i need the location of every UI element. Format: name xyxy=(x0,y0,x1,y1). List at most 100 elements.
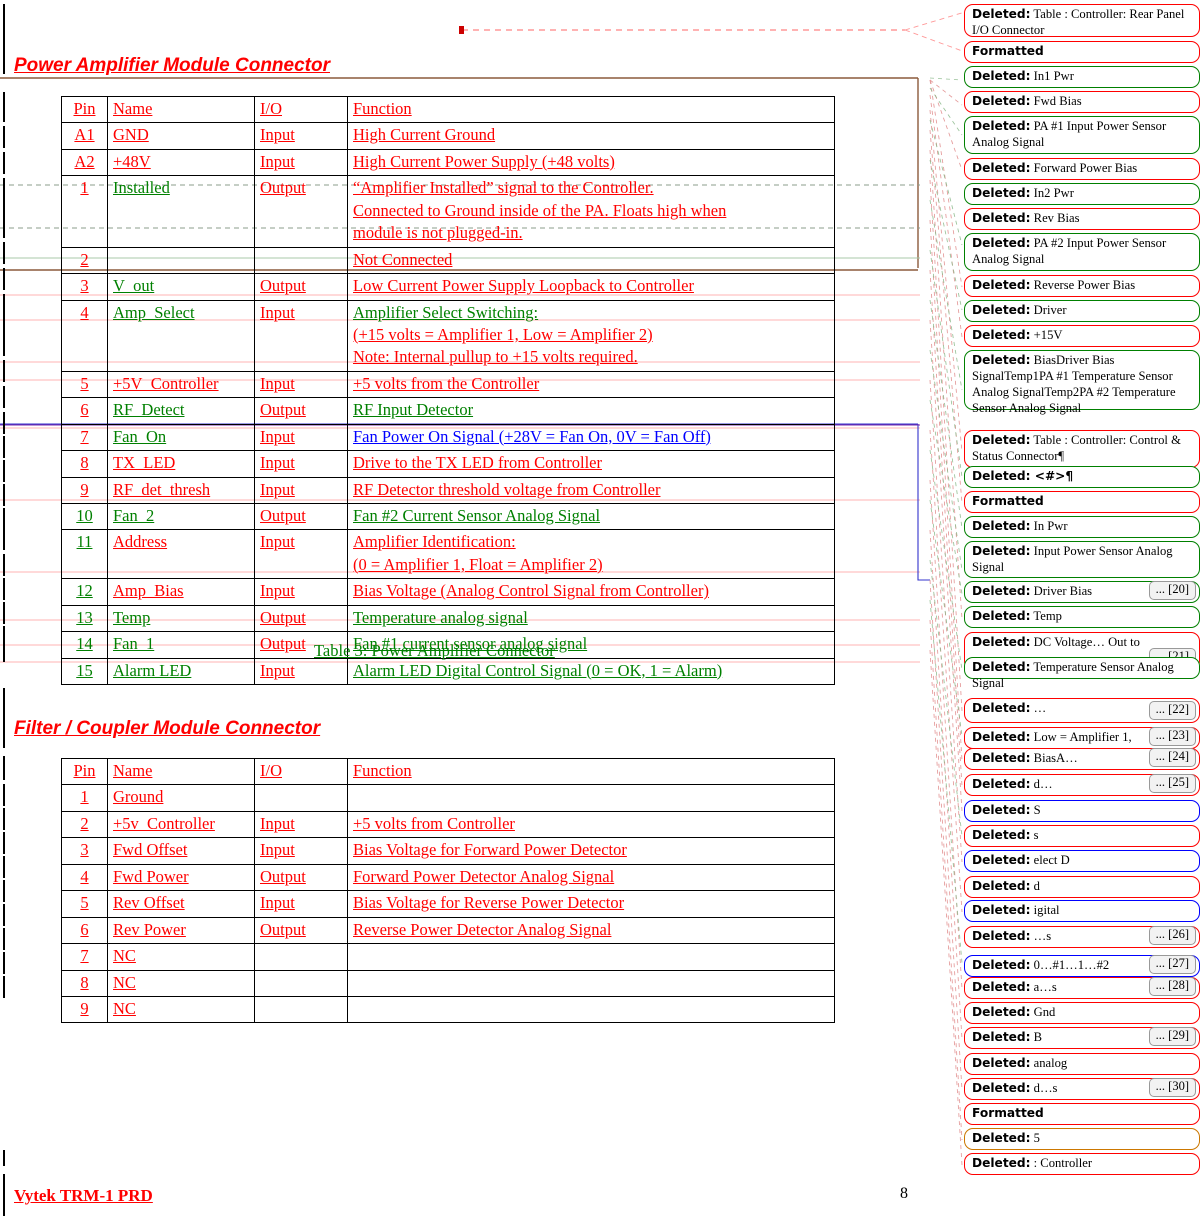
margin-comment-balloon[interactable]: Deleted: igital xyxy=(964,900,1200,922)
margin-comment-balloon[interactable]: Deleted: analog xyxy=(964,1053,1200,1075)
margin-comment-balloon[interactable]: Deleted: s xyxy=(964,825,1200,847)
margin-comment-balloon[interactable]: Deleted: : Controller xyxy=(964,1153,1200,1175)
margin-comment-balloon[interactable]: Deleted: Low = Amplifier 1, ... [23] xyxy=(964,727,1200,749)
margin-comment-balloon[interactable]: Deleted: <#>¶ xyxy=(964,466,1200,488)
margin-comment-balloon[interactable]: Deleted: Table : Controller: Rear Panel … xyxy=(964,4,1200,37)
change-bar xyxy=(3,360,5,382)
margin-comment-balloon[interactable]: Deleted: B ... [29] xyxy=(964,1027,1200,1049)
margin-comment-text: d…s xyxy=(1030,1081,1058,1095)
margin-comment-balloon[interactable]: Deleted: PA #1 Input Power Sensor Analog… xyxy=(964,116,1200,154)
margin-comment-label: Deleted: xyxy=(972,7,1031,21)
change-bar xyxy=(3,268,5,290)
margin-comment-balloon[interactable]: Deleted: Driver xyxy=(964,300,1200,322)
col-header-function-label: Function xyxy=(353,761,412,780)
margin-comment-balloon[interactable]: Formatted xyxy=(964,41,1200,63)
cell-function: Drive to the TX LED from Controller xyxy=(353,453,602,473)
margin-comment-balloon[interactable]: Deleted: +15V xyxy=(964,325,1200,347)
cell-function-line: Connected to Ground inside of the PA. Fl… xyxy=(353,200,727,220)
margin-comment-label: Deleted: xyxy=(972,730,1031,744)
cell-pin: 8 xyxy=(80,972,89,992)
margin-comment-label: Deleted: xyxy=(972,660,1031,674)
cell-name: V_out xyxy=(113,276,155,296)
margin-comment-balloon[interactable]: Deleted: In Pwr xyxy=(964,516,1200,538)
margin-comment-text: 0…#1…1…#2 xyxy=(1030,958,1110,972)
cell-name: NC xyxy=(113,998,136,1018)
margin-comment-overflow-button[interactable]: ... [20] xyxy=(1148,581,1196,600)
col-header-io-label: I/O xyxy=(260,761,282,780)
cell-io: Input xyxy=(260,479,295,499)
margin-comment-balloon[interactable]: Deleted: d…s ... [30] xyxy=(964,1078,1200,1100)
margin-comment-overflow-button[interactable]: ... [26] xyxy=(1148,926,1196,945)
margin-comment-balloon[interactable]: Deleted: In2 Pwr xyxy=(964,183,1200,205)
margin-comment-overflow-button[interactable]: ... [27] xyxy=(1148,955,1196,974)
cell-pin: 5 xyxy=(80,893,89,913)
margin-comment-text: a…s xyxy=(1030,980,1057,994)
margin-comment-balloon[interactable]: Deleted: a…s ... [28] xyxy=(964,977,1200,999)
cell-pin: 3 xyxy=(80,276,89,296)
margin-comment-text: : Controller xyxy=(1030,1156,1093,1170)
cell-pin: 6 xyxy=(80,919,89,939)
margin-comment-balloon[interactable]: Deleted: 0…#1…1…#2 ... [27] xyxy=(964,955,1200,977)
cell-function: Fan Power On Signal (+28V = Fan On, 0V =… xyxy=(353,426,711,446)
margin-comment-balloon[interactable]: Deleted: S xyxy=(964,800,1200,822)
cell-pin: 5 xyxy=(80,373,89,393)
margin-comment-overflow-button[interactable]: ... [25] xyxy=(1148,774,1196,793)
margin-comment-overflow-button[interactable]: ... [22] xyxy=(1148,701,1196,720)
margin-comment-balloon[interactable]: Deleted: BiasA… ... [24] xyxy=(964,748,1200,770)
cell-name: Amp_Select xyxy=(113,302,195,322)
margin-comment-balloon[interactable]: Deleted: Temperature Sensor Analog Signa… xyxy=(964,657,1200,690)
margin-comment-balloon[interactable]: Deleted: 5 xyxy=(964,1128,1200,1150)
cell-function: Low Current Power Supply Loopback to Con… xyxy=(353,276,694,296)
margin-comment-text: d… xyxy=(1030,777,1053,791)
margin-comment-overflow-button[interactable]: ... [28] xyxy=(1148,977,1196,996)
margin-comment-overflow-button[interactable]: ... [29] xyxy=(1148,1027,1196,1046)
margin-comment-balloon[interactable]: Deleted: BiasDriver Bias SignalTemp1PA #… xyxy=(964,350,1200,415)
margin-comment-balloon[interactable]: Deleted: Rev Bias xyxy=(964,208,1200,230)
table-row: 12 Amp_Bias Input Bias Voltage (Analog C… xyxy=(61,578,835,606)
margin-comment-label: Deleted: xyxy=(972,161,1031,175)
change-bar xyxy=(3,92,5,122)
margin-comment-balloon[interactable]: Deleted: In1 Pwr xyxy=(964,66,1200,88)
margin-comment-balloon[interactable]: Deleted: Input Power Sensor Analog Signa… xyxy=(964,541,1200,578)
margin-comment-balloon[interactable]: Deleted: Driver Bias ... [20] xyxy=(964,581,1200,603)
margin-comment-balloon[interactable]: Deleted: Reverse Power Bias xyxy=(964,275,1200,297)
margin-comment-balloon[interactable]: Deleted: Gnd xyxy=(964,1002,1200,1024)
margin-comment-balloon[interactable]: Deleted: Table : Controller: Control & S… xyxy=(964,430,1200,468)
margin-comment-balloon[interactable]: Deleted: d xyxy=(964,876,1200,898)
margin-comment-text: In1 Pwr xyxy=(1030,69,1074,83)
col-header-name: Name xyxy=(107,757,255,786)
table-row: 10 Fan_2 Output Fan #2 Current Sensor An… xyxy=(61,502,835,531)
table-row: 5 +5V_Controller Input +5 volts from the… xyxy=(61,370,835,399)
table-row: 4 Amp_Select Input Amplifier Select Swit… xyxy=(61,299,835,372)
change-bar xyxy=(3,688,5,748)
margin-comment-label: Deleted: xyxy=(972,278,1031,292)
margin-comment-overflow-button[interactable]: ... [23] xyxy=(1148,727,1196,746)
margin-comment-balloon[interactable]: Formatted xyxy=(964,491,1200,513)
cell-function: High Current Ground xyxy=(353,125,496,145)
margin-comment-balloon[interactable]: Deleted: Temp xyxy=(964,606,1200,628)
footer-page-number: 8 xyxy=(900,1185,908,1202)
margin-comment-balloon[interactable]: Deleted: Fwd Bias xyxy=(964,91,1200,113)
margin-comment-text: BiasA… xyxy=(1030,751,1078,765)
cell-pin: 6 xyxy=(80,400,89,420)
margin-comment-label: Deleted: xyxy=(972,903,1031,917)
margin-comment-balloon[interactable]: Deleted: PA #2 Input Power Sensor Analog… xyxy=(964,233,1200,271)
margin-comment-balloon[interactable]: Deleted: d… ... [25] xyxy=(964,774,1200,796)
margin-comment-label: Formatted xyxy=(972,494,1044,508)
cell-io: Output xyxy=(260,276,306,296)
margin-comment-text: s xyxy=(1030,828,1039,842)
cell-name: Fan_1 xyxy=(113,634,155,654)
cell-pin: 15 xyxy=(76,660,93,680)
cell-io: Input xyxy=(260,893,295,913)
margin-comment-balloon[interactable]: Deleted: … ... [22] xyxy=(964,698,1200,723)
margin-comment-label: Deleted: xyxy=(972,1030,1031,1044)
document-page: Power Amplifier Module Connector Pin Nam… xyxy=(0,0,1204,1219)
margin-comment-balloon[interactable]: Deleted: elect D xyxy=(964,850,1200,872)
margin-comment-balloon[interactable]: Deleted: Forward Power Bias xyxy=(964,158,1200,180)
margin-comment-balloon[interactable]: Formatted xyxy=(964,1103,1200,1125)
margin-comment-text: elect D xyxy=(1030,853,1070,867)
margin-comment-balloon[interactable]: Deleted: …s ... [26] xyxy=(964,926,1200,948)
margin-comment-overflow-button[interactable]: ... [24] xyxy=(1148,748,1196,767)
table-row: 8 NC xyxy=(61,969,835,997)
margin-comment-overflow-button[interactable]: ... [30] xyxy=(1148,1078,1196,1097)
